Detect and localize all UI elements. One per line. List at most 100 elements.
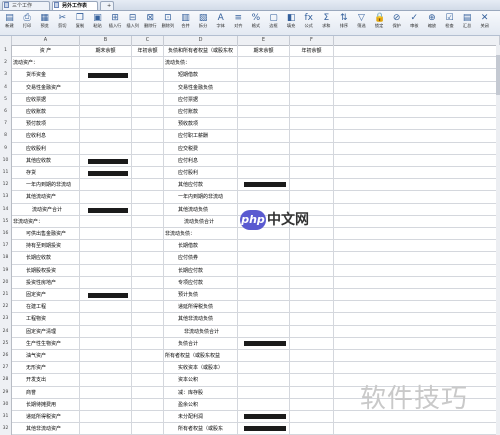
scroll-thumb[interactable] (496, 55, 500, 95)
cell-d[interactable]: 其他非流动负债 (164, 313, 238, 326)
row-header[interactable]: 16 (0, 228, 12, 241)
cell-c[interactable] (132, 167, 164, 180)
cell-a[interactable]: 可供出售金融资产 (12, 228, 80, 241)
cell-c[interactable] (132, 289, 164, 302)
row-header[interactable]: 12 (0, 179, 12, 192)
cell-a[interactable]: 在建工程 (12, 301, 80, 314)
row-header[interactable]: 29 (0, 386, 12, 399)
cell-a[interactable]: 投资性房地产 (12, 276, 80, 289)
cell-a[interactable]: 商誉 (12, 386, 80, 399)
cell-e[interactable] (238, 69, 290, 82)
cell-d[interactable]: 应交税费 (164, 142, 238, 155)
column-header-b[interactable]: B (80, 36, 132, 45)
cell-d[interactable]: 所有者权益（或股东权益 (164, 350, 238, 363)
cell-c[interactable] (132, 398, 164, 411)
cell-b[interactable] (80, 179, 132, 192)
cell-empty[interactable] (334, 82, 500, 94)
cell-d[interactable]: 长期借款 (164, 240, 238, 253)
cell-f[interactable] (290, 276, 334, 289)
cell-b[interactable] (80, 81, 132, 94)
cell-empty[interactable] (334, 338, 500, 350)
row-header[interactable]: 26 (0, 350, 12, 363)
lock-button[interactable]: 🔒 锁定 (372, 12, 387, 34)
cell-empty[interactable] (334, 155, 500, 167)
cell-b[interactable] (80, 350, 132, 363)
check-button[interactable]: ☑ 检查 (442, 12, 457, 34)
cell-f[interactable] (290, 57, 334, 70)
cell-c[interactable] (132, 313, 164, 326)
cell-b[interactable] (80, 118, 132, 131)
protect-button[interactable]: ⊘ 保护 (389, 12, 404, 34)
cell-b[interactable] (80, 264, 132, 277)
cell-e[interactable] (238, 386, 290, 399)
cell-f[interactable] (290, 191, 334, 204)
cell-b[interactable] (80, 191, 132, 204)
cell-c[interactable] (132, 106, 164, 119)
paste-button[interactable]: ▣ 粘贴 (90, 12, 105, 34)
cell-e[interactable] (238, 398, 290, 411)
cell-empty[interactable] (334, 289, 500, 301)
cell-b[interactable] (80, 215, 132, 228)
row-header[interactable]: 31 (0, 411, 12, 424)
cell-b[interactable] (80, 252, 132, 265)
row-header[interactable]: 21 (0, 289, 12, 302)
cell-a[interactable]: 无形资产 (12, 362, 80, 375)
cell-f[interactable] (290, 93, 334, 106)
cell-empty[interactable] (334, 130, 500, 142)
cell-f[interactable] (290, 252, 334, 265)
cell-c[interactable] (132, 179, 164, 192)
cell-d[interactable]: 资本公积 (164, 374, 238, 387)
insert-row-button[interactable]: ⊞ 插入行 (108, 12, 123, 34)
cell-a[interactable]: 固定资产清理 (12, 325, 80, 338)
cell-e[interactable] (238, 374, 290, 387)
cell-f[interactable] (290, 118, 334, 131)
cell-e[interactable] (238, 362, 290, 375)
close-button[interactable]: ✕ 关闭 (477, 12, 492, 34)
cell-c[interactable] (132, 350, 164, 363)
column-header-c[interactable]: C (132, 36, 164, 45)
cell-f[interactable] (290, 289, 334, 302)
cell-d[interactable]: 非流动负债： (164, 228, 238, 241)
row-header[interactable]: 22 (0, 301, 12, 314)
row-header[interactable]: 27 (0, 362, 12, 375)
cell-d[interactable]: 其他应付款 (164, 179, 238, 192)
row-header[interactable]: 9 (0, 142, 12, 155)
cell-b[interactable]: 期末余额 (80, 45, 132, 58)
cell-b[interactable] (80, 93, 132, 106)
cell-a[interactable]: 生产性生物资产 (12, 337, 80, 350)
merge-button[interactable]: ▥ 合并 (178, 12, 193, 34)
row-header[interactable]: 3 (0, 69, 12, 82)
cell-c[interactable] (132, 325, 164, 338)
column-header-e[interactable]: E (238, 36, 290, 45)
row-header[interactable]: 10 (0, 154, 12, 167)
cell-f[interactable] (290, 167, 334, 180)
cell-c[interactable] (132, 203, 164, 216)
cell-a[interactable]: 预付款项 (12, 118, 80, 131)
font-button[interactable]: A 字体 (213, 12, 228, 34)
cell-a[interactable]: 应收票据 (12, 93, 80, 106)
cell-b[interactable] (80, 337, 132, 350)
cell-d[interactable]: 非流动负债合计 (164, 325, 238, 338)
select-all-corner[interactable] (0, 36, 12, 45)
cell-empty[interactable] (334, 118, 500, 130)
cell-f[interactable]: 年初余额 (290, 45, 334, 58)
cell-empty[interactable] (334, 57, 500, 69)
cell-e[interactable] (238, 325, 290, 338)
copy-button[interactable]: ❐ 复制 (72, 12, 87, 34)
row-header[interactable]: 23 (0, 313, 12, 326)
cell-b[interactable] (80, 228, 132, 241)
cell-c[interactable] (132, 69, 164, 82)
cell-a[interactable]: 长期股权投资 (12, 264, 80, 277)
fill-button[interactable]: ◧ 填充 (284, 12, 299, 34)
cell-b[interactable] (80, 276, 132, 289)
cell-c[interactable] (132, 386, 164, 399)
cell-a[interactable]: 一年内到期的非流动 (12, 179, 80, 192)
row-header[interactable]: 5 (0, 93, 12, 106)
cell-b[interactable] (80, 313, 132, 326)
cell-a[interactable]: 交易性金融资产 (12, 81, 80, 94)
row-header[interactable]: 24 (0, 325, 12, 338)
cell-b[interactable] (80, 423, 132, 435)
cell-c[interactable] (132, 142, 164, 155)
cell-empty[interactable] (334, 301, 500, 313)
cell-d[interactable]: 一年内到期的非流动 (164, 191, 238, 204)
